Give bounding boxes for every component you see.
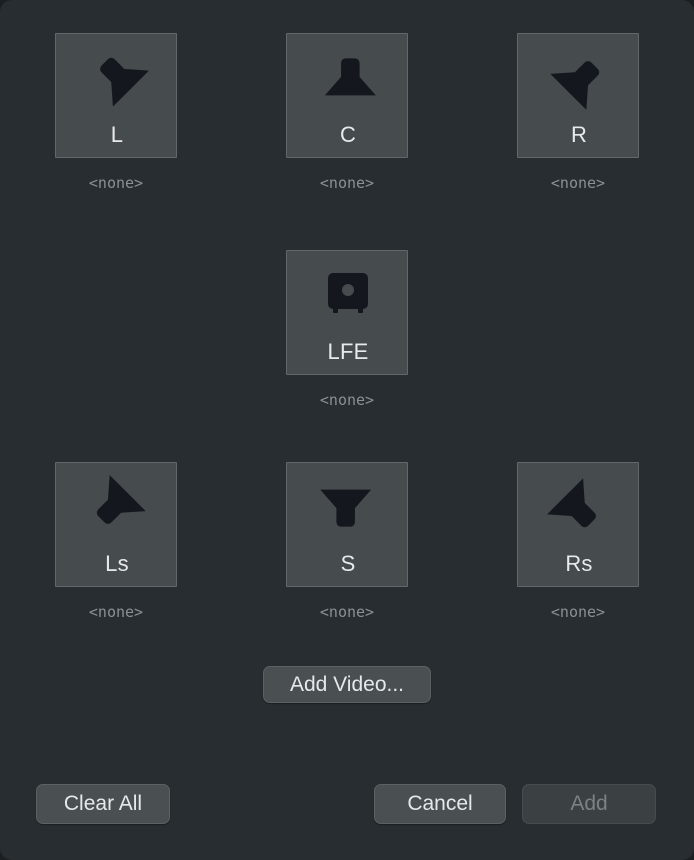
add-button: Add [522, 784, 656, 824]
speaker-assignment-left-surround[interactable]: <none> [55, 604, 177, 621]
speaker-tile-label-right: R [570, 122, 588, 147]
speaker-slot-surround: S <none> [286, 462, 408, 621]
speaker-left-surround-icon [56, 471, 178, 543]
speaker-surround-icon [287, 471, 409, 543]
speaker-grid: L <none> C <none> R <none> LFE <none> Ls <none> S <… [0, 0, 694, 640]
speaker-left-icon [56, 42, 178, 114]
speaker-tile-label-center: C [339, 122, 357, 147]
surround-speaker-assignment-dialog: L <none> C <none> R <none> LFE <none> Ls <none> S <… [0, 0, 694, 860]
speaker-slot-right-surround: Rs <none> [517, 462, 639, 621]
speaker-assignment-surround[interactable]: <none> [286, 604, 408, 621]
clear-all-button[interactable]: Clear All [36, 784, 170, 824]
cancel-button[interactable]: Cancel [374, 784, 506, 824]
speaker-assignment-right-surround[interactable]: <none> [517, 604, 639, 621]
speaker-slot-center: C <none> [286, 33, 408, 192]
speaker-tile-label-left: L [110, 122, 124, 147]
speaker-tile-center[interactable]: C [286, 33, 408, 158]
speaker-slot-left-surround: Ls <none> [55, 462, 177, 621]
speaker-assignment-left[interactable]: <none> [55, 175, 177, 192]
speaker-slot-lfe: LFE <none> [286, 250, 408, 409]
speaker-assignment-center[interactable]: <none> [286, 175, 408, 192]
speaker-assignment-lfe[interactable]: <none> [286, 392, 408, 409]
speaker-slot-left: L <none> [55, 33, 177, 192]
speaker-tile-right-surround[interactable]: Rs [517, 462, 639, 587]
speaker-tile-left[interactable]: L [55, 33, 177, 158]
speaker-tile-left-surround[interactable]: Ls [55, 462, 177, 587]
speaker-tile-right[interactable]: R [517, 33, 639, 158]
speaker-slot-right: R <none> [517, 33, 639, 192]
speaker-center-icon [287, 42, 409, 114]
speaker-assignment-right[interactable]: <none> [517, 175, 639, 192]
dialog-button-bar: Clear All Cancel Add [0, 784, 694, 824]
speaker-tile-lfe[interactable]: LFE [286, 250, 408, 375]
speaker-right-surround-icon [518, 471, 640, 543]
speaker-tile-label-left-surround: Ls [105, 551, 129, 576]
speaker-tile-surround[interactable]: S [286, 462, 408, 587]
add-video-button[interactable]: Add Video... [263, 666, 431, 703]
speaker-right-icon [518, 42, 640, 114]
speaker-tile-label-lfe: LFE [327, 339, 369, 364]
speaker-tile-label-surround: S [340, 551, 356, 576]
subwoofer-icon [287, 259, 409, 331]
add-video-row: Add Video... [0, 666, 694, 703]
speaker-tile-label-right-surround: Rs [565, 551, 593, 576]
